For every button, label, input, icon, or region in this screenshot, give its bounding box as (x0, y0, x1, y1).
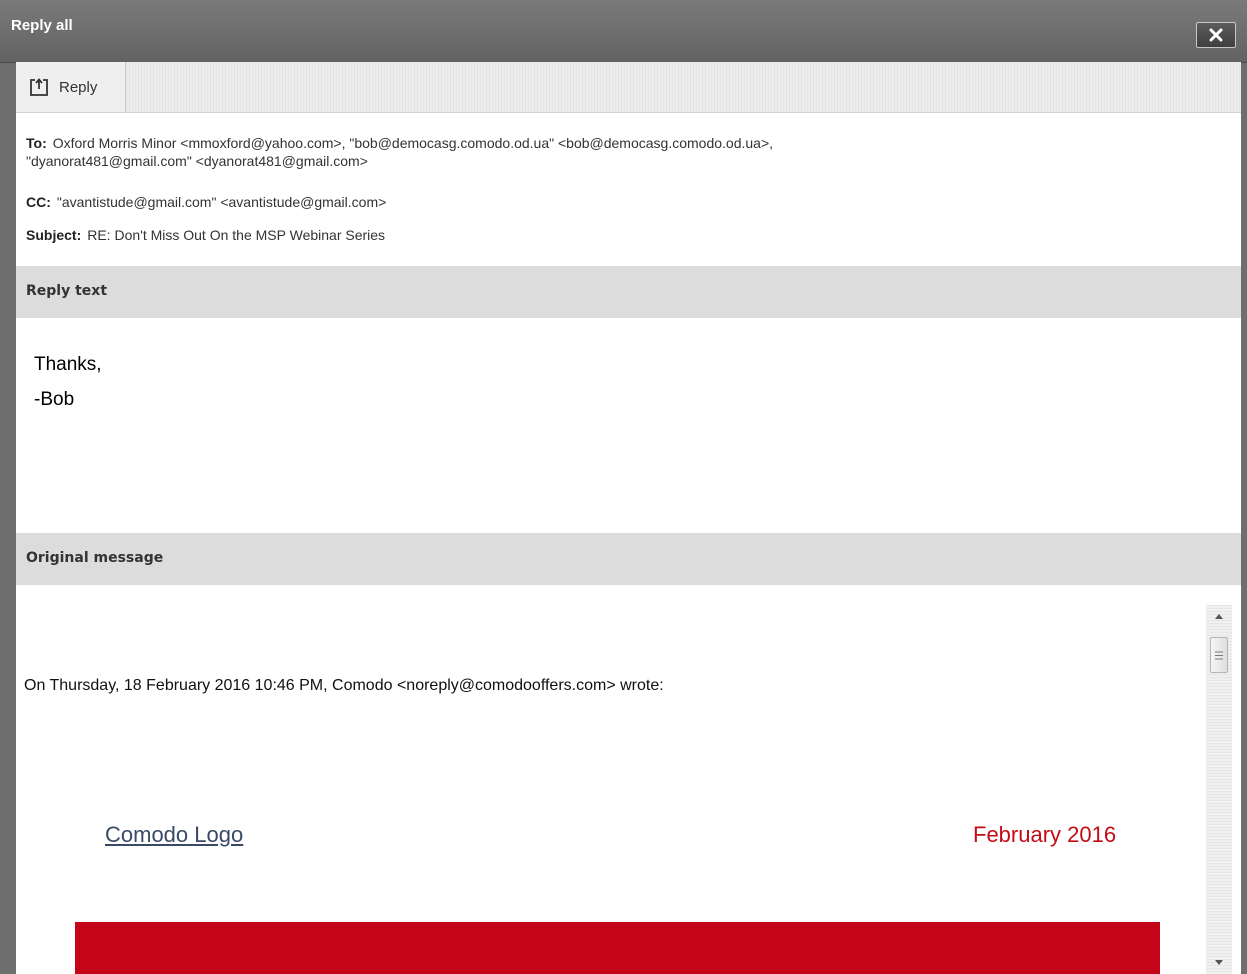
comodo-logo-link[interactable]: Comodo Logo (105, 822, 243, 848)
scroll-down-button[interactable] (1206, 952, 1232, 974)
reply-button-label: Reply (59, 78, 98, 96)
message-headers: To: Oxford Morris Minor <mmoxford@yahoo.c… (16, 113, 1241, 266)
to-row: To: Oxford Morris Minor <mmoxford@yahoo.c… (26, 135, 773, 151)
original-message-heading: Original message (26, 550, 164, 566)
subject-row: Subject: RE: Don't Miss Out On the MSP We… (26, 227, 385, 243)
cc-label: CC: (26, 194, 51, 210)
reply-text-editor[interactable]: Thanks, -Bob (16, 318, 1241, 532)
scroll-up-button[interactable] (1206, 605, 1232, 627)
reply-line-1: Thanks, (34, 354, 102, 375)
subject-label: Subject: (26, 227, 82, 243)
to-row-continued: "dyanorat481@gmail.com" <dyanorat481@gma… (26, 153, 368, 169)
arrow-down-icon (1215, 960, 1223, 965)
reply-line-2: -Bob (34, 389, 75, 410)
newsletter-month: February 2016 (973, 822, 1117, 847)
reply-icon (30, 78, 48, 96)
close-button[interactable] (1196, 22, 1236, 48)
scrollbar[interactable] (1206, 605, 1232, 974)
toolbar: Reply (16, 62, 1241, 113)
dialog-titlebar: Reply all (0, 0, 1247, 63)
grip-icon (1215, 651, 1223, 659)
original-message-header: Original message (16, 533, 1241, 585)
quoted-attribution: On Thursday, 18 February 2016 10:46 PM, … (24, 677, 664, 694)
dialog-content: Reply To: Oxford Morris Minor <mmoxford@y… (16, 62, 1241, 974)
reply-all-dialog: Reply all Reply To: Oxford Morris Minor <… (0, 0, 1247, 974)
arrow-up-icon (1215, 614, 1223, 619)
subject-value: RE: Don't Miss Out On the MSP Webinar Se… (87, 227, 386, 243)
dialog-title: Reply all (11, 17, 73, 34)
cc-row: CC: "avantistude@gmail.com" <avantistude@… (26, 194, 386, 210)
to-value-line2: "dyanorat481@gmail.com" <dyanorat481@gma… (26, 153, 368, 169)
original-message-body: On Thursday, 18 February 2016 10:46 PM, … (16, 585, 1241, 974)
scrollbar-thumb[interactable] (1210, 637, 1228, 673)
newsletter-banner (75, 922, 1160, 974)
to-label: To: (26, 135, 47, 151)
reply-text-heading: Reply text (26, 283, 108, 299)
reply-text-header: Reply text (16, 266, 1241, 318)
close-icon (1209, 28, 1223, 42)
cc-value: "avantistude@gmail.com" <avantistude@gma… (56, 194, 387, 210)
reply-button[interactable]: Reply (16, 62, 126, 112)
to-value-line1: Oxford Morris Minor <mmoxford@yahoo.com>… (52, 135, 774, 151)
